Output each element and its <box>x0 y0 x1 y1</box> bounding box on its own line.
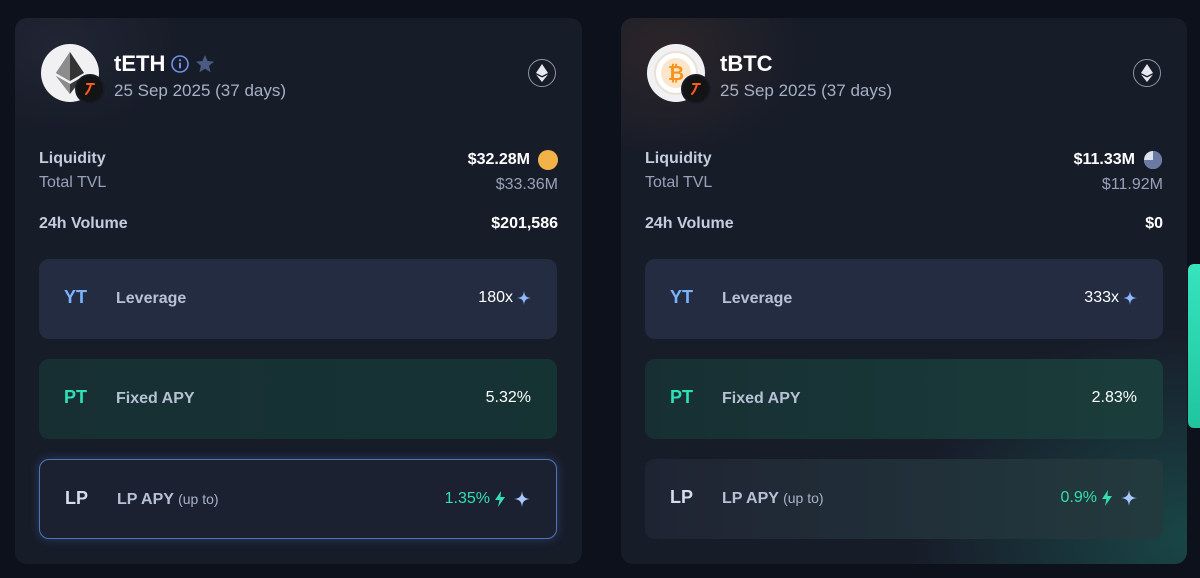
market-card-tbtc[interactable]: ₿ tBTC 25 Sep 2025 (37 days) Liquidity $… <box>621 18 1187 564</box>
tvl-value: $33.36M <box>495 176 558 193</box>
market-title: tETH <box>114 51 215 77</box>
yt-tag: YT <box>670 287 694 307</box>
market-title: tBTC <box>720 51 773 77</box>
sparkle-icon <box>517 291 531 305</box>
sparkle-icon <box>1123 291 1137 305</box>
volume-value: $0 <box>1145 215 1163 233</box>
yt-value: 333x <box>1084 289 1119 306</box>
yt-value: 180x <box>478 289 513 306</box>
tvl-value: $11.92M <box>1101 176 1163 193</box>
liquidity-value: $32.28M <box>467 151 530 168</box>
pt-label: Fixed APY <box>722 390 801 407</box>
lightning-icon <box>1102 490 1112 506</box>
volume-label: 24h Volume <box>645 215 734 232</box>
lp-label: LP APY (up to) <box>117 491 219 509</box>
lp-value-row: 0.9% <box>1061 489 1137 507</box>
market-card-teth[interactable]: tETH 25 Sep 2025 (37 days) Liquidity $32… <box>15 18 582 564</box>
tvl-label: Total TVL <box>39 174 107 191</box>
tvl-label: Total TVL <box>645 174 713 191</box>
lp-apy-tile[interactable]: LP LP APY (up to) 0.9% <box>645 459 1163 539</box>
lp-tag: LP <box>670 487 694 507</box>
yt-leverage-tile[interactable]: YT Leverage 180x <box>39 259 557 339</box>
liquidity-label: Liquidity <box>645 150 712 167</box>
lp-label-text: LP APY <box>722 490 779 507</box>
lp-label-small: (up to) <box>783 490 824 506</box>
maturity-date: 25 Sep 2025 (37 days) <box>720 81 893 100</box>
asset-logo <box>41 44 105 104</box>
pt-fixed-apy-tile[interactable]: PT Fixed APY 2.83% <box>645 359 1163 439</box>
yt-value-row: 180x <box>478 289 531 307</box>
yt-leverage-tile[interactable]: YT Leverage 333x <box>645 259 1163 339</box>
protocol-badge-icon <box>75 74 105 104</box>
lp-label-text: LP APY <box>117 491 174 508</box>
info-icon[interactable] <box>171 55 190 73</box>
favorite-star-icon[interactable] <box>195 54 215 74</box>
pt-value: 2.83% <box>1091 389 1137 406</box>
volume-value-text: $0 <box>1145 215 1163 232</box>
lightning-icon <box>495 491 505 507</box>
lp-label-small: (up to) <box>178 491 219 507</box>
scrollbar-thumb[interactable] <box>1188 264 1200 428</box>
pt-fixed-apy-tile[interactable]: PT Fixed APY 5.32% <box>39 359 557 439</box>
yt-label: Leverage <box>116 290 187 307</box>
lp-value: 0.9% <box>1060 489 1097 506</box>
liquidity-label: Liquidity <box>39 150 106 167</box>
pt-value: 5.32% <box>485 389 531 406</box>
ethereum-chain-icon[interactable] <box>528 59 556 87</box>
maturity-date: 25 Sep 2025 (37 days) <box>114 81 287 100</box>
pt-tag: PT <box>64 387 88 407</box>
pie-indicator-icon <box>1144 151 1162 169</box>
yt-label: Leverage <box>722 290 793 307</box>
yt-tag: YT <box>64 287 88 307</box>
liquidity-value-row: $32.28M <box>468 150 558 170</box>
lp-value-row: 1.35% <box>445 490 530 508</box>
asset-name: tETH <box>114 51 166 76</box>
gold-coin-icon <box>538 150 558 170</box>
volume-value-text: $201,586 <box>491 215 558 232</box>
liquidity-value-row: $11.33M <box>1074 150 1163 170</box>
yt-value-row: 333x <box>1084 289 1137 307</box>
pt-tag: PT <box>670 387 694 407</box>
lp-value: 1.35% <box>444 490 490 507</box>
protocol-badge-icon <box>681 74 711 104</box>
lp-tag: LP <box>65 488 89 508</box>
sparkle-icon <box>514 491 530 507</box>
asset-name: tBTC <box>720 51 773 76</box>
asset-logo: ₿ <box>647 44 711 104</box>
lp-apy-tile[interactable]: LP LP APY (up to) 1.35% <box>39 459 557 539</box>
lp-label: LP APY (up to) <box>722 490 824 508</box>
ethereum-chain-icon[interactable] <box>1133 59 1161 87</box>
volume-label: 24h Volume <box>39 215 128 232</box>
volume-value: $201,586 <box>491 215 558 233</box>
sparkle-icon <box>1121 490 1137 506</box>
pool-cards-page: tETH 25 Sep 2025 (37 days) Liquidity $32… <box>0 0 1200 578</box>
liquidity-value: $11.33M <box>1073 151 1135 168</box>
pt-label: Fixed APY <box>116 390 195 407</box>
